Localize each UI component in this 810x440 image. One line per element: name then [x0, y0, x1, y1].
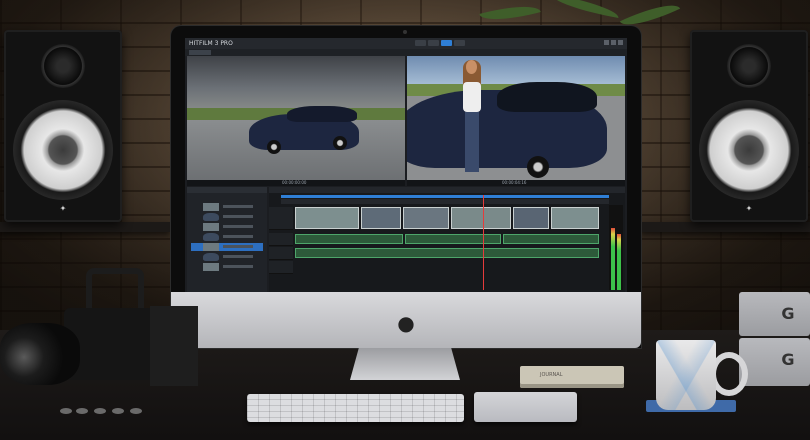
webcam-icon — [403, 30, 407, 34]
tab-home[interactable] — [415, 40, 426, 46]
woofer — [699, 100, 799, 200]
blue-sky — [407, 56, 625, 86]
trackpad — [474, 392, 577, 422]
imac-stand — [350, 348, 460, 380]
timeline-tabs — [269, 187, 625, 193]
audio-clip[interactable] — [295, 248, 599, 258]
coins — [60, 408, 150, 416]
video-clip[interactable] — [403, 207, 449, 229]
viewer-timecode: 00:00:04:16 — [502, 180, 527, 185]
audio-meters — [609, 205, 623, 290]
media-panel-header — [187, 187, 267, 193]
app-logo: HITFILM 3 PRO — [189, 40, 233, 47]
editor-timeline — [269, 187, 625, 292]
apple-logo-icon: ● — [397, 311, 415, 335]
track-header-audio[interactable] — [269, 247, 293, 260]
desk-scene: ✦ ✦ ● HITFILM 3 PRO 00:00:00:00 00:00:04… — [0, 0, 810, 440]
list-item[interactable] — [191, 223, 263, 231]
drive-logo: G — [781, 350, 795, 369]
viewer-controls: 00:00:04:16 — [407, 180, 625, 186]
video-clip[interactable] — [295, 207, 359, 229]
track-header-audio[interactable] — [269, 261, 293, 274]
woofer — [13, 100, 113, 200]
shelf-right — [640, 222, 810, 232]
list-item-selected[interactable] — [191, 243, 263, 251]
timeline-ruler[interactable] — [281, 199, 609, 204]
car-wheel — [527, 156, 549, 178]
tweeter — [41, 44, 85, 88]
video-clip[interactable] — [513, 207, 549, 229]
audio-clip[interactable] — [295, 234, 403, 244]
audio-clip[interactable] — [405, 234, 501, 244]
speaker-left: ✦ — [4, 30, 122, 222]
timeline-scrubber[interactable] — [281, 195, 609, 198]
minimize-icon[interactable] — [604, 40, 609, 45]
trimmer-timecode: 00:00:00:00 — [282, 180, 307, 185]
list-item[interactable] — [191, 253, 263, 261]
audio-meter-left — [611, 228, 615, 290]
yamaha-logo-icon: ✦ — [59, 204, 67, 213]
external-drive — [739, 338, 810, 386]
camera-lens — [0, 323, 80, 385]
audio-meter-right — [617, 234, 621, 290]
drive-logo: G — [781, 304, 795, 323]
car-windshield — [497, 82, 597, 112]
video-clip[interactable] — [551, 207, 599, 229]
audio-clip[interactable] — [503, 234, 599, 244]
car-wheel — [333, 136, 347, 150]
close-icon[interactable] — [618, 40, 623, 45]
video-clip[interactable] — [361, 207, 401, 229]
video-clip[interactable] — [451, 207, 511, 229]
list-item[interactable] — [191, 233, 263, 241]
playhead[interactable] — [483, 195, 484, 290]
audio-track — [293, 233, 603, 245]
track-header-video[interactable] — [269, 207, 293, 230]
shelf-left — [0, 222, 170, 232]
speaker-right: ✦ — [690, 30, 808, 222]
video-track — [293, 207, 603, 229]
tweeter — [727, 44, 771, 88]
keyboard — [247, 394, 464, 422]
list-item[interactable] — [191, 263, 263, 271]
woman-figure — [459, 60, 485, 172]
audio-track — [293, 247, 603, 259]
trimmer-controls: 00:00:00:00 — [187, 180, 405, 186]
tab-edit[interactable] — [441, 40, 452, 46]
viewer-tabbar — [185, 49, 627, 56]
tab-export[interactable] — [454, 40, 465, 46]
car-wheel — [267, 140, 281, 154]
tab-project[interactable] — [428, 40, 439, 46]
car-roof — [287, 106, 357, 122]
stormy-sky — [187, 56, 405, 114]
program-viewer[interactable] — [407, 56, 625, 180]
hitfilm-screen: HITFILM 3 PRO 00:00:00:00 00:00:04:16 — [185, 38, 627, 292]
cinema-camera — [0, 268, 200, 408]
trimmer-tab[interactable] — [189, 50, 211, 55]
external-drive — [739, 292, 810, 336]
window-controls — [604, 40, 623, 45]
workspace-tabs — [415, 40, 465, 47]
maximize-icon[interactable] — [611, 40, 616, 45]
list-item[interactable] — [191, 203, 263, 211]
coffee-mug — [656, 340, 716, 410]
book-title: JOURNAL — [540, 372, 563, 378]
yamaha-logo-icon: ✦ — [745, 204, 753, 213]
track-header-audio[interactable] — [269, 233, 293, 246]
trimmer-viewer[interactable] — [187, 56, 405, 180]
list-item[interactable] — [191, 213, 263, 221]
